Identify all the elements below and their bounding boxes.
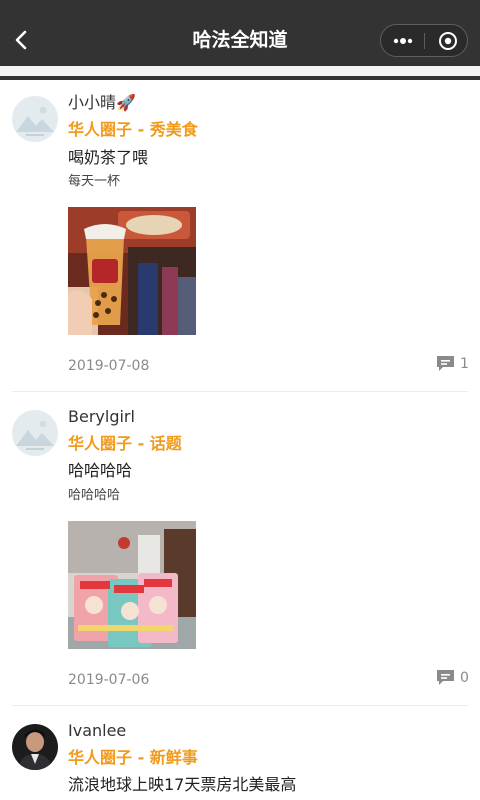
feed-post[interactable]: 小小晴🚀 华人圈子 - 秀美食 喝奶茶了喂 每天一杯 2019-07-08 1 — [0, 76, 480, 392]
circle-tag[interactable]: 华人圈子 - 新鲜事 — [68, 746, 198, 770]
avatar[interactable] — [12, 410, 58, 456]
author-name: Berylgirl — [68, 407, 135, 426]
circle-tag[interactable]: 华人圈子 - 话题 — [68, 432, 182, 456]
target-close-icon[interactable] — [438, 31, 458, 51]
header-gap — [0, 66, 480, 76]
bubble-tea-photo — [68, 207, 196, 335]
author-name: 小小晴🚀 — [68, 93, 136, 112]
post-title: 流浪地球上映17天票房北美最高 — [68, 775, 297, 794]
post-title: 喝奶茶了喂 — [68, 148, 149, 167]
post-subtitle: 每天一杯 — [68, 174, 121, 189]
post-subtitle: 哈哈哈哈 — [68, 488, 121, 503]
post-date: 2019-07-06 — [68, 672, 150, 688]
post-photo[interactable] — [68, 521, 196, 649]
post-title: 哈哈哈哈 — [68, 461, 133, 480]
comment-count: 0 — [460, 670, 469, 686]
user-photo-avatar — [12, 724, 58, 770]
author-name: Ivanlee — [68, 721, 127, 740]
comment-icon — [437, 670, 454, 685]
capsule-divider — [424, 33, 425, 49]
avatar[interactable] — [12, 724, 58, 770]
feed-post[interactable]: Berylgirl 华人圈子 - 话题 哈哈哈哈 哈哈哈哈 2019-07-06 — [0, 392, 480, 706]
placeholder-mountain-avatar — [12, 96, 58, 142]
mini-program-capsule — [380, 24, 468, 57]
post-photo[interactable] — [68, 207, 196, 335]
comment-button[interactable]: 1 — [436, 354, 470, 374]
placeholder-mountain-avatar — [12, 410, 58, 456]
candy-packs-photo — [68, 521, 196, 649]
circle-tag[interactable]: 华人圈子 - 秀美食 — [68, 118, 198, 142]
avatar[interactable] — [12, 96, 58, 142]
post-date: 2019-07-08 — [68, 358, 150, 374]
feed-post[interactable]: Ivanlee 华人圈子 - 新鲜事 流浪地球上映17天票房北美最高 — [0, 706, 480, 800]
more-dots-icon[interactable] — [392, 33, 414, 49]
comment-icon — [437, 356, 454, 371]
comment-count: 1 — [460, 356, 469, 372]
comment-button[interactable]: 0 — [436, 668, 470, 688]
